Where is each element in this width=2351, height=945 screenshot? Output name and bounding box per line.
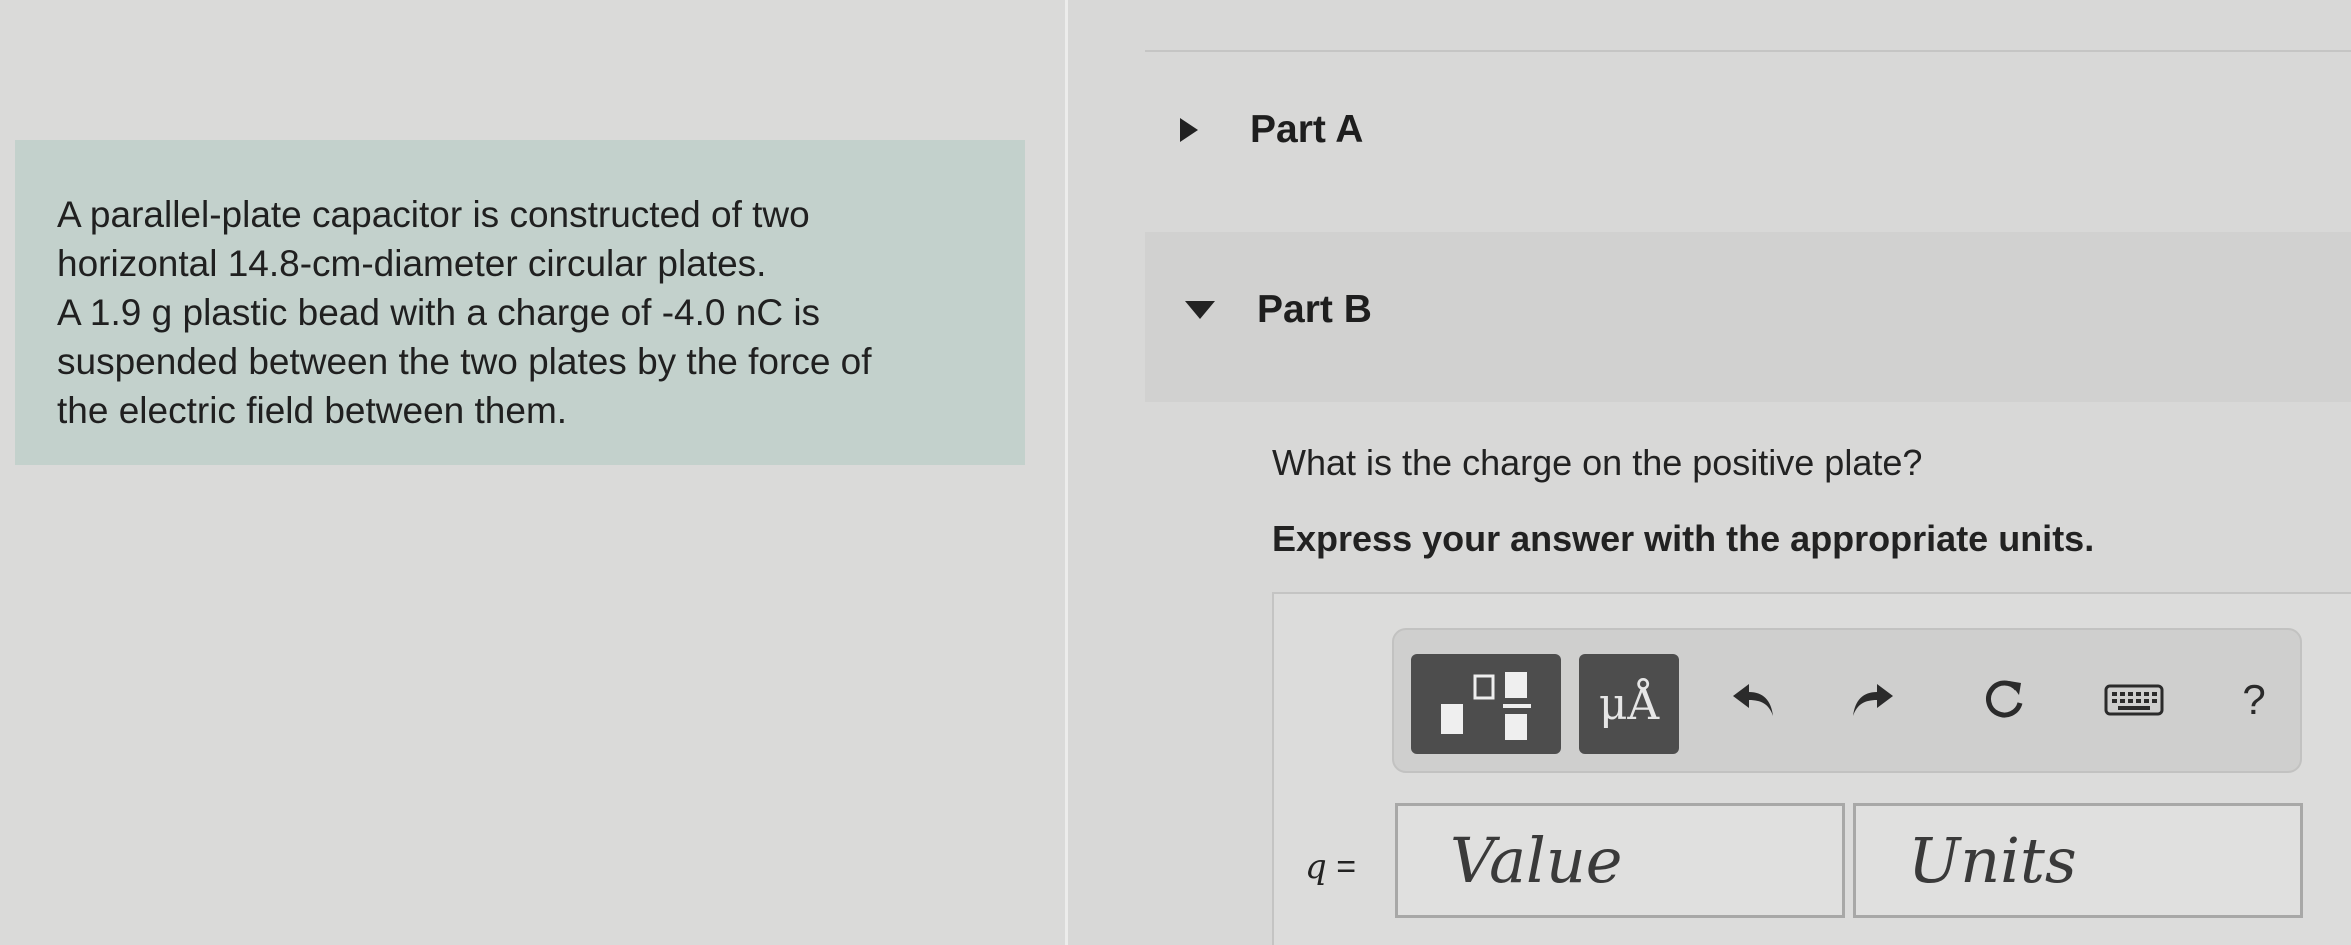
- units-icon: μÅ: [1598, 678, 1660, 730]
- reset-button[interactable]: [1974, 670, 2034, 730]
- part-b-header[interactable]: Part B: [1185, 280, 1372, 340]
- collapse-arrow-icon[interactable]: [1185, 301, 1215, 319]
- part-a-label: Part A: [1250, 108, 1364, 151]
- units-input[interactable]: Units: [1853, 803, 2303, 918]
- undo-button[interactable]: [1724, 670, 1784, 730]
- keyboard-icon: [2104, 684, 2164, 716]
- problem-statement: A parallel-plate capacitor is constructe…: [15, 140, 1025, 465]
- problem-line: horizontal 14.8-cm-diameter circular pla…: [57, 243, 767, 284]
- redo-icon: [1853, 684, 1893, 716]
- value-input[interactable]: Value: [1395, 803, 1845, 918]
- expand-arrow-icon[interactable]: [1180, 118, 1198, 142]
- units-button[interactable]: μÅ: [1579, 654, 1679, 754]
- instruction-text: Express your answer with the appropriate…: [1272, 518, 2095, 559]
- undo-icon: [1733, 684, 1773, 716]
- math-toolbar: μÅ ?: [1392, 628, 2302, 773]
- keyboard-button[interactable]: [2104, 670, 2164, 730]
- redo-button[interactable]: [1842, 670, 1902, 730]
- problem-line: A 1.9 g plastic bead with a charge of -4…: [57, 292, 821, 333]
- variable-symbol: q: [1305, 847, 1327, 887]
- problem-line: the electric field between them.: [57, 390, 568, 431]
- answer-variable-label: q =: [1305, 847, 1356, 887]
- reset-icon: [1986, 680, 2023, 718]
- problem-line: A parallel-plate capacitor is constructe…: [57, 194, 810, 235]
- help-icon: ?: [2242, 676, 2266, 723]
- help-button[interactable]: ?: [2224, 670, 2284, 730]
- section-divider: [1145, 50, 2351, 52]
- value-placeholder: Value: [1450, 824, 1623, 897]
- template-button[interactable]: [1411, 654, 1561, 754]
- units-placeholder: Units: [1908, 824, 2077, 897]
- question-text: What is the charge on the positive plate…: [1272, 442, 1923, 483]
- part-b-label: Part B: [1257, 288, 1372, 331]
- template-icon: [1441, 672, 1531, 740]
- equals-sign: =: [1336, 848, 1357, 886]
- problem-line: suspended between the two plates by the …: [57, 341, 872, 382]
- part-a-header[interactable]: Part A: [1180, 100, 1363, 160]
